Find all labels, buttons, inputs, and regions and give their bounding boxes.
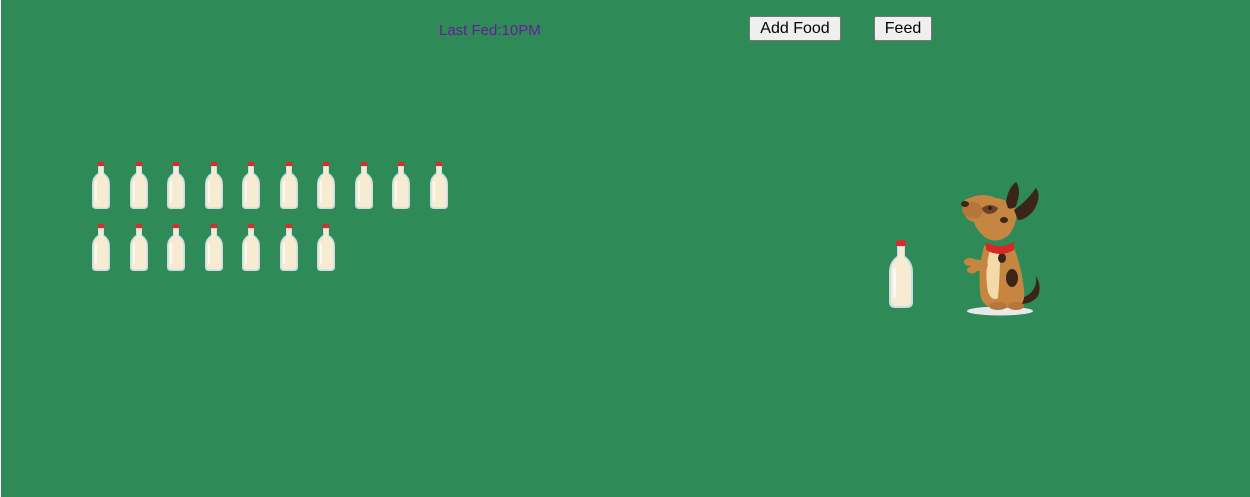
milk-bottle-icon — [203, 222, 225, 272]
milk-bottle-icon — [128, 222, 150, 272]
add-food-button[interactable]: Add Food — [749, 16, 841, 41]
dog-icon — [956, 180, 1048, 318]
milk-bottle-icon — [240, 160, 262, 210]
milk-bottle-icon — [315, 160, 337, 210]
milk-bottle-icon — [90, 222, 112, 272]
milk-bottle-icon — [165, 160, 187, 210]
feed-button[interactable]: Feed — [874, 16, 932, 41]
milk-bottle-icon — [240, 222, 262, 272]
milk-bottle-icon — [165, 222, 187, 272]
milk-bottle-icon — [353, 160, 375, 210]
last-fed-label: Last Fed:10PM — [439, 22, 541, 39]
milk-bottle-icon — [390, 160, 412, 210]
milk-bottle-icon — [278, 222, 300, 272]
milk-bottle-icon — [315, 222, 337, 272]
game-canvas: Last Fed:10PM Add Food Feed — [1, 0, 1250, 497]
milk-bottle-icon — [428, 160, 450, 210]
milk-bottle-icon — [278, 160, 300, 210]
milk-bottle-icon — [886, 238, 916, 310]
milk-bottle-icon — [90, 160, 112, 210]
milk-bottle-icon — [203, 160, 225, 210]
milk-bottle-icon — [128, 160, 150, 210]
